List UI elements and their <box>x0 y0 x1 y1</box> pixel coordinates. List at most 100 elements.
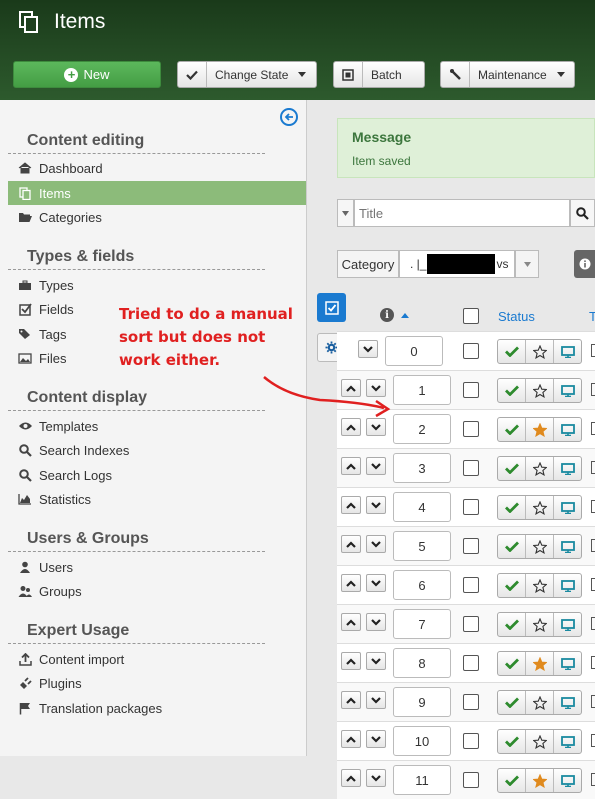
featured-toggle[interactable] <box>526 613 554 636</box>
published-toggle[interactable] <box>498 769 526 792</box>
move-down-button[interactable] <box>366 652 386 670</box>
published-toggle[interactable] <box>498 457 526 480</box>
toggle-selection-button[interactable] <box>317 293 346 322</box>
move-down-button[interactable] <box>366 535 386 553</box>
edit-icon[interactable] <box>591 539 595 552</box>
preview-toggle[interactable] <box>554 340 581 363</box>
sidebar-item-categories[interactable]: Categories <box>8 205 306 229</box>
sidebar-item-statistics[interactable]: Statistics <box>8 487 306 511</box>
edit-icon[interactable] <box>591 578 595 591</box>
collapse-sidebar-icon[interactable] <box>280 108 298 126</box>
move-up-button[interactable] <box>341 769 361 787</box>
ordering-input[interactable]: 1 <box>393 375 451 405</box>
sidebar-item-dashboard[interactable]: Dashboard <box>8 156 306 180</box>
search-input[interactable] <box>354 199 570 227</box>
row-checkbox[interactable] <box>463 577 479 593</box>
row-checkbox[interactable] <box>463 343 479 359</box>
ordering-input[interactable]: 2 <box>393 414 451 444</box>
move-down-button[interactable] <box>358 340 378 358</box>
move-down-button[interactable] <box>366 730 386 748</box>
move-down-button[interactable] <box>366 496 386 514</box>
row-checkbox[interactable] <box>463 460 479 476</box>
ordering-input[interactable]: 8 <box>393 648 451 678</box>
edit-icon[interactable] <box>591 383 595 396</box>
featured-toggle[interactable] <box>526 652 554 675</box>
ordering-input[interactable]: 3 <box>393 453 451 483</box>
move-up-button[interactable] <box>341 496 361 514</box>
new-button[interactable]: + New <box>13 61 161 88</box>
sidebar-item-content-import[interactable]: Content import <box>8 647 306 671</box>
move-up-button[interactable] <box>341 730 361 748</box>
published-toggle[interactable] <box>498 574 526 597</box>
sidebar-item-templates[interactable]: Templates <box>8 414 306 438</box>
move-up-button[interactable] <box>341 613 361 631</box>
row-checkbox[interactable] <box>463 538 479 554</box>
featured-toggle[interactable] <box>526 496 554 519</box>
move-up-button[interactable] <box>341 535 361 553</box>
move-down-button[interactable] <box>366 769 386 787</box>
move-up-button[interactable] <box>341 379 361 397</box>
sidebar-item-search-logs[interactable]: Search Logs <box>8 463 306 487</box>
preview-toggle[interactable] <box>554 457 581 480</box>
row-checkbox[interactable] <box>463 421 479 437</box>
published-toggle[interactable] <box>498 613 526 636</box>
edit-icon[interactable] <box>591 344 595 357</box>
move-down-button[interactable] <box>366 613 386 631</box>
preview-toggle[interactable] <box>554 730 581 753</box>
category-dropdown-toggle[interactable] <box>515 250 539 278</box>
move-down-button[interactable] <box>366 418 386 436</box>
ordering-input[interactable]: 7 <box>393 609 451 639</box>
move-up-button[interactable] <box>341 652 361 670</box>
row-checkbox[interactable] <box>463 772 479 788</box>
published-toggle[interactable] <box>498 535 526 558</box>
preview-toggle[interactable] <box>554 379 581 402</box>
preview-toggle[interactable] <box>554 574 581 597</box>
edit-icon[interactable] <box>591 734 595 747</box>
ordering-input[interactable]: 11 <box>393 765 451 795</box>
move-up-button[interactable] <box>341 574 361 592</box>
published-toggle[interactable] <box>498 496 526 519</box>
sidebar-item-search-indexes[interactable]: Search Indexes <box>8 438 306 462</box>
move-down-button[interactable] <box>366 574 386 592</box>
move-up-button[interactable] <box>341 457 361 475</box>
preview-toggle[interactable] <box>554 418 581 441</box>
sidebar-item-items[interactable]: Items <box>8 181 306 205</box>
published-toggle[interactable] <box>498 730 526 753</box>
sidebar-item-groups[interactable]: Groups <box>8 579 306 603</box>
row-checkbox[interactable] <box>463 499 479 515</box>
featured-toggle[interactable] <box>526 730 554 753</box>
move-up-button[interactable] <box>341 691 361 709</box>
status-column-header[interactable]: Status <box>498 309 535 324</box>
preview-toggle[interactable] <box>554 769 581 792</box>
edit-icon[interactable] <box>591 656 595 669</box>
featured-toggle[interactable] <box>526 574 554 597</box>
info-button[interactable] <box>574 250 595 278</box>
select-all-checkbox[interactable] <box>463 308 479 324</box>
search-options-toggle[interactable] <box>337 199 354 227</box>
preview-toggle[interactable] <box>554 613 581 636</box>
move-down-button[interactable] <box>366 379 386 397</box>
ordering-input[interactable]: 9 <box>393 687 451 717</box>
preview-toggle[interactable] <box>554 691 581 714</box>
published-toggle[interactable] <box>498 379 526 402</box>
edit-icon[interactable] <box>591 461 595 474</box>
batch-button[interactable]: Batch <box>333 61 425 88</box>
next-column-header[interactable]: T <box>589 309 595 324</box>
edit-icon[interactable] <box>591 422 595 435</box>
featured-toggle[interactable] <box>526 340 554 363</box>
preview-toggle[interactable] <box>554 496 581 519</box>
edit-icon[interactable] <box>591 773 595 786</box>
featured-toggle[interactable] <box>526 379 554 402</box>
search-button[interactable] <box>570 199 595 227</box>
featured-toggle[interactable] <box>526 535 554 558</box>
ordering-input[interactable]: 6 <box>393 570 451 600</box>
featured-toggle[interactable] <box>526 769 554 792</box>
published-toggle[interactable] <box>498 418 526 441</box>
published-toggle[interactable] <box>498 691 526 714</box>
edit-icon[interactable] <box>591 617 595 630</box>
maintenance-button[interactable]: Maintenance <box>440 61 575 88</box>
row-checkbox[interactable] <box>463 733 479 749</box>
sidebar-item-plugins[interactable]: Plugins <box>8 671 306 695</box>
featured-toggle[interactable] <box>526 691 554 714</box>
sidebar-item-translation-packages[interactable]: Translation packages <box>8 696 306 720</box>
